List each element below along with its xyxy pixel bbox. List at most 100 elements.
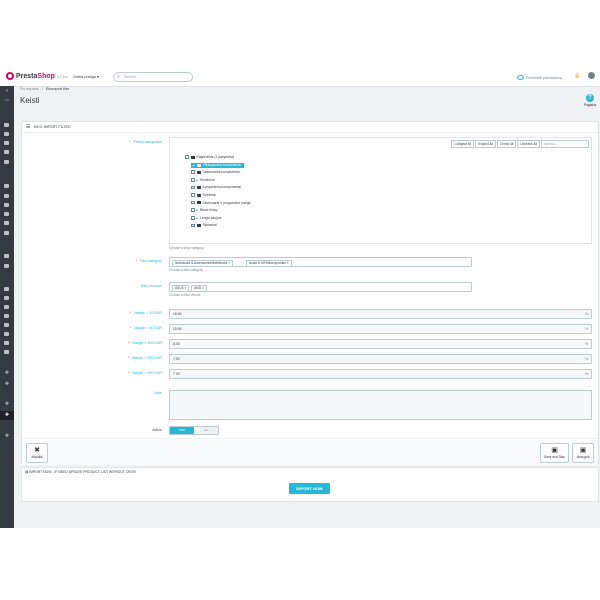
import-now-panel: ▤ Import now - If need update product li… [21, 467, 599, 502]
tree-checkbox[interactable] [185, 155, 189, 159]
tree-item[interactable]: Aksesuarai ir programinė įranga [191, 201, 251, 205]
tree-item-label: Stacionarūs kompiuteriai [202, 170, 240, 175]
version-label: 1.7.6.x [57, 75, 68, 79]
leaf-icon: ▸ [196, 208, 199, 213]
tree-item[interactable]: ▸ Lengvi akcijos [191, 216, 221, 220]
sidebar: « 〰 ✚ ✚ ✚ ✚ ✚ [0, 86, 14, 528]
eiko-category-tag-2[interactable]: Audio & HiFi/Microphones × [246, 259, 292, 267]
shipping-icon[interactable] [4, 203, 10, 207]
quick-access-dropdown[interactable]: Greita prieiga ▾ [73, 74, 99, 79]
tree-item[interactable]: ▸ Monitoriai [191, 178, 215, 182]
tree-item[interactable]: ✔ Nešiojamieji kompiuteriai [191, 162, 244, 168]
eiko-vendors-tags-input[interactable]: ASUS × AMD × [169, 282, 472, 292]
messages-icon[interactable] [4, 150, 10, 154]
logo-text-pre: Presta [16, 72, 38, 80]
switch-off[interactable]: NE [194, 427, 218, 434]
puzzle-icon-2[interactable]: ✚ [4, 382, 10, 387]
tree-search-input[interactable]: paieška... [541, 140, 589, 148]
folder-icon [196, 201, 201, 205]
folder-icon [196, 193, 201, 197]
uncheck-all-button[interactable]: Uncheck All [517, 140, 540, 148]
info-icon[interactable] [4, 350, 10, 354]
save-icon: ▣ [551, 447, 558, 454]
breadcrumb-item-1[interactable]: Fix Imports [20, 87, 39, 91]
orders-icon[interactable] [4, 123, 10, 127]
stats-icon[interactable] [4, 160, 10, 164]
tree-checkbox[interactable] [191, 185, 195, 190]
tree-item[interactable]: Stacionarūs kompiuteriai [191, 170, 240, 174]
list-icon[interactable] [4, 314, 10, 318]
switch-on[interactable]: TAIP [170, 427, 194, 434]
tree-checkbox[interactable] [191, 193, 195, 197]
margin-input-5[interactable]: 7.00% [169, 369, 592, 379]
eiko-vendor-tag-2[interactable]: AMD × [191, 284, 207, 292]
international-icon[interactable] [4, 221, 10, 225]
tree-checkbox[interactable] [191, 178, 195, 182]
chat-icon[interactable] [4, 296, 10, 300]
tree-item[interactable]: Telefonai [191, 193, 216, 197]
tree-item[interactable]: ▸ Black friday [191, 208, 218, 212]
save-button[interactable]: ▣ Išsaugoti [572, 443, 594, 463]
trophy-icon[interactable]: ♛ [574, 72, 580, 80]
search-icon: ⌕ [117, 74, 120, 80]
tree-item[interactable]: Kompiuterių komponentai [191, 185, 241, 189]
eiko-module-icon[interactable]: ✚ [4, 413, 10, 418]
tools-icon[interactable] [4, 332, 10, 336]
tree-checkbox[interactable] [191, 170, 195, 174]
eiko-vendor-tag-1[interactable]: ASUS × [172, 284, 190, 292]
active-label: Active [152, 428, 162, 432]
checkbox-checked-icon[interactable]: ✔ [192, 163, 195, 168]
prestashop-logo[interactable]: PrestaShop [6, 72, 55, 80]
tree-item[interactable]: Skirtamai [191, 223, 217, 227]
margin-input-2[interactable]: 10.00% [169, 324, 592, 334]
document-icon[interactable] [4, 305, 10, 309]
modules-icon[interactable] [4, 184, 10, 188]
leaf-icon: ▸ [196, 177, 199, 182]
eiko-category-label: * Eiko category [135, 259, 162, 263]
save-and-stay-button[interactable]: ▣ Save and Stay [540, 443, 569, 463]
puzzle-icon[interactable]: ✚ [4, 371, 10, 376]
payment-icon[interactable] [4, 212, 10, 216]
chart-icon[interactable] [4, 341, 10, 345]
view-store-link[interactable]: Peržiūrėti parduotuvę [517, 75, 562, 80]
cancel-button[interactable]: ✖ Atšaukti [26, 443, 48, 463]
user-avatar-icon[interactable] [588, 72, 595, 79]
tree-item[interactable]: Pagrindinis (1 pažymėta) [185, 155, 234, 159]
puzzle-icon-4[interactable]: ✚ [4, 434, 10, 439]
catalog-icon[interactable] [4, 132, 10, 136]
dashboard-icon[interactable]: 〰 [4, 99, 10, 104]
tree-checkbox[interactable] [191, 200, 195, 205]
note-textarea[interactable] [169, 390, 592, 420]
folder-icon[interactable] [4, 231, 10, 235]
eiko-category-hint: Choose a eiko category [169, 268, 203, 272]
import-now-button[interactable]: IMPORT NOW [289, 483, 330, 494]
mail-icon[interactable] [4, 287, 10, 291]
transfer-icon[interactable] [4, 323, 10, 327]
help-button[interactable]: ? Pagalba [582, 94, 598, 107]
category-tree-label: * Prekių kategorijos [129, 140, 162, 144]
advanced-icon[interactable] [4, 264, 10, 268]
search-input[interactable]: ⌕ Paieška [113, 72, 193, 82]
folder-icon [196, 185, 201, 189]
active-switch[interactable]: TAIP NE [169, 426, 219, 435]
margin-input-3[interactable]: 8.00% [169, 339, 592, 349]
top-bar: PrestaShop 1.7.6.x Greita prieiga ▾ ⌕ Pa… [0, 68, 600, 87]
collapse-icon[interactable]: « [4, 89, 10, 94]
margin-input-4[interactable]: 7.00% [169, 354, 592, 364]
check-all-button[interactable]: Check All [497, 140, 517, 148]
design-icon[interactable] [4, 194, 10, 198]
settings-icon[interactable] [4, 254, 10, 258]
tree-checkbox[interactable] [191, 223, 195, 228]
tree-checkbox[interactable] [191, 216, 195, 220]
eiko-category-tag-1[interactable]: Notebooks & Accessories/Notebooks × [172, 259, 234, 267]
expand-all-button[interactable]: Expand All [474, 140, 497, 148]
collapse-all-button[interactable]: Collapse All [451, 140, 474, 148]
eiko-category-tags-input[interactable]: Notebooks & Accessories/Notebooks × Audi… [169, 257, 472, 267]
eiko-vendors-hint: Choose a Eiko Vendor [169, 293, 201, 297]
margin-input-1[interactable]: 15.00% [169, 309, 592, 319]
breadcrumb-item-2[interactable]: Ekomport filer [46, 87, 69, 91]
puzzle-icon-3[interactable]: ✚ [4, 402, 10, 407]
tree-checkbox[interactable] [191, 208, 195, 212]
margin-label-1: * Margin < 10 EUR [129, 311, 162, 315]
customers-icon[interactable] [4, 141, 10, 145]
